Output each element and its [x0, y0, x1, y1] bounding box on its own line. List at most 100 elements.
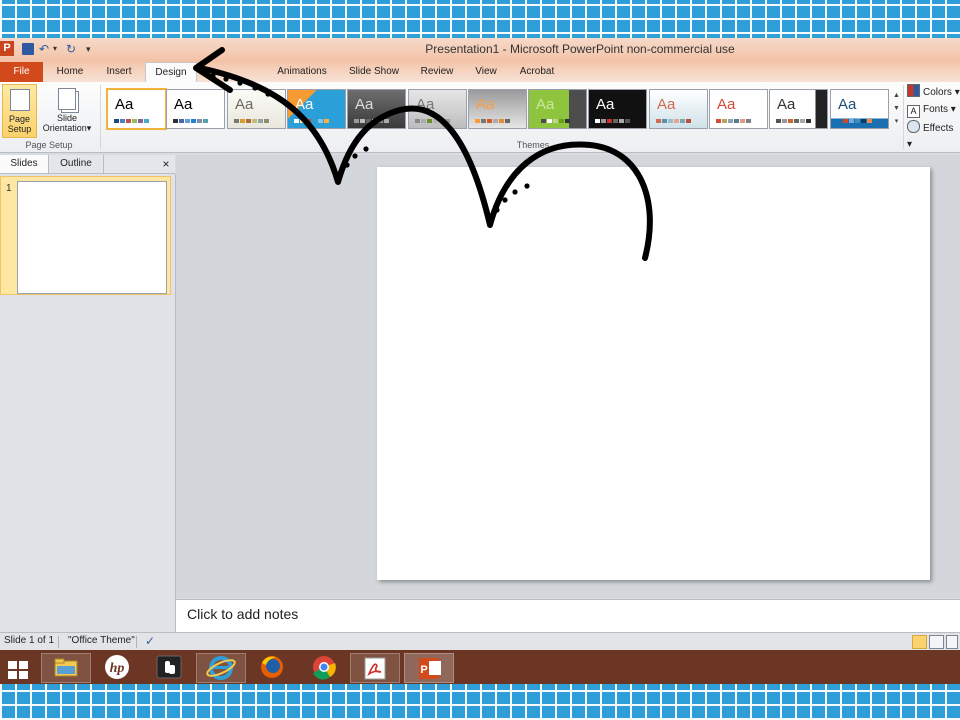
svg-text:hp: hp [110, 661, 125, 676]
theme-sample-text: Aa [717, 96, 736, 113]
slide-orientation-icon [58, 88, 76, 110]
theme-color-swatches [656, 119, 691, 123]
slide-thumbnail-row[interactable]: 1 [0, 176, 171, 295]
tab-acrobat[interactable]: Acrobat [512, 62, 562, 82]
slide-canvas[interactable] [377, 167, 930, 580]
undo-dropdown-icon[interactable]: ▾ [53, 41, 57, 57]
theme-thumbnail[interactable]: Aa [468, 89, 527, 129]
taskbar: hp P [0, 650, 960, 684]
save-icon[interactable] [22, 43, 34, 55]
firefox-icon[interactable] [248, 653, 296, 681]
powerpoint-icon[interactable]: P [0, 41, 14, 56]
status-bar: Slide 1 of 1 "Office Theme" ✓ [0, 632, 960, 650]
effects-button[interactable]: Effects ▾ [907, 120, 960, 150]
chevron-down-icon: ▾ [86, 123, 92, 133]
redo-icon[interactable]: ↻ [66, 41, 76, 57]
theme-color-swatches [475, 119, 510, 123]
theme-thumbnail[interactable]: Aa [347, 89, 406, 129]
notes-placeholder: Click to add notes [187, 606, 299, 622]
slide-thumbnail[interactable] [17, 181, 167, 294]
tab-view[interactable]: View [466, 62, 506, 82]
file-explorer-icon[interactable] [41, 653, 91, 683]
theme-thumbnail[interactable]: Aa [769, 89, 828, 129]
theme-sample-text: Aa [174, 96, 193, 113]
tab-slides[interactable]: Slides [0, 155, 49, 173]
theme-color-swatches [234, 119, 269, 123]
theme-thumbnail[interactable]: Aa [649, 89, 708, 129]
colors-button[interactable]: Colors ▾ [907, 84, 960, 100]
chevron-down-icon: ▾ [954, 87, 960, 98]
theme-sample-text: Aa [235, 96, 254, 113]
theme-thumbnail[interactable]: Aa [709, 89, 768, 129]
theme-thumbnail[interactable]: Aa [227, 89, 286, 129]
theme-thumbnail[interactable]: Aa [166, 89, 225, 129]
chevron-down-icon: ▾ [907, 139, 913, 150]
tab-home[interactable]: Home [48, 62, 92, 82]
hp-icon[interactable]: hp [93, 653, 141, 681]
page-setup-icon [9, 89, 30, 111]
tab-design[interactable]: Design [145, 62, 197, 84]
page-setup-label-2: Setup [7, 124, 32, 134]
theme-sample-text: Aa [476, 96, 495, 113]
notes-pane[interactable]: Click to add notes [176, 599, 960, 633]
theme-sample-text: Aa [596, 96, 615, 113]
colors-icon [907, 84, 920, 97]
theme-name[interactable]: "Office Theme" [68, 635, 135, 646]
spell-check-icon[interactable]: ✓ [145, 635, 159, 648]
chrome-icon[interactable] [300, 653, 348, 681]
status-divider [58, 636, 59, 648]
effects-icon [907, 120, 920, 133]
powerpoint-taskbar-icon[interactable]: P [404, 653, 454, 683]
theme-color-swatches [776, 119, 811, 123]
scroll-down-icon[interactable]: ▼ [891, 102, 902, 115]
theme-thumbnail[interactable]: Aa [528, 89, 587, 129]
theme-color-swatches [294, 119, 329, 123]
tab-review[interactable]: Review [414, 62, 460, 82]
page-setup-group-label: Page Setup [25, 140, 73, 150]
theme-color-swatches [595, 119, 630, 123]
touch-app-icon[interactable] [145, 653, 193, 681]
normal-view-icon[interactable] [912, 635, 927, 649]
tab-file[interactable]: File [0, 62, 43, 82]
powerpoint-window: P ↶ ▾ ↻ ▾ Presentation1 - Microsoft Powe… [0, 38, 960, 650]
fonts-icon: A [907, 105, 920, 118]
slide-orientation-button[interactable]: Slide Orientation▾ [38, 84, 96, 136]
themes-group-label: Themes [516, 140, 550, 150]
theme-color-swatches [535, 119, 570, 123]
theme-thumbnail[interactable]: Aa [408, 89, 467, 129]
status-divider [136, 636, 137, 648]
theme-color-swatches [354, 119, 389, 123]
fonts-button[interactable]: A Fonts ▾ [907, 102, 956, 118]
undo-icon[interactable]: ↶ [39, 41, 49, 57]
scroll-up-icon[interactable]: ▲ [891, 89, 902, 102]
page-setup-button[interactable]: Page Setup [2, 84, 37, 138]
window-title: Presentation1 - Microsoft PowerPoint non… [425, 42, 735, 56]
theme-thumbnail[interactable]: Aa [830, 89, 889, 129]
tab-outline[interactable]: Outline [49, 155, 104, 173]
title-bar: P ↶ ▾ ↻ ▾ Presentation1 - Microsoft Powe… [0, 38, 960, 62]
theme-sample-text: Aa [838, 96, 857, 113]
group-divider [100, 85, 101, 149]
acrobat-icon[interactable] [350, 653, 400, 683]
theme-color-swatches [837, 119, 872, 123]
tab-insert[interactable]: Insert [96, 62, 142, 82]
ribbon-tabs: File Home Insert Design Animations Slide… [0, 62, 960, 84]
themes-scroll[interactable]: ▲ ▼ ▾ [891, 89, 902, 129]
theme-color-swatches [173, 119, 208, 123]
tab-animations[interactable]: Animations [270, 62, 334, 82]
tab-slide-show[interactable]: Slide Show [342, 62, 406, 82]
theme-thumbnail[interactable]: Aa [287, 89, 346, 129]
more-themes-icon[interactable]: ▾ [891, 115, 902, 128]
customize-icon[interactable]: ▾ [86, 41, 91, 57]
slides-outline-tabs: Slides Outline × [0, 155, 175, 174]
windows-start-icon[interactable] [0, 653, 38, 681]
theme-color-swatches [716, 119, 751, 123]
slide-sorter-icon[interactable] [929, 635, 944, 649]
slide-orientation-label-2: Orientation▾ [42, 123, 92, 133]
reading-view-icon[interactable] [946, 635, 958, 649]
internet-explorer-icon[interactable] [196, 653, 246, 683]
close-icon[interactable]: × [158, 155, 174, 173]
theme-thumbnail[interactable]: Aa [106, 88, 167, 130]
theme-sample-text: Aa [115, 96, 134, 113]
theme-thumbnail[interactable]: Aa [588, 89, 647, 129]
